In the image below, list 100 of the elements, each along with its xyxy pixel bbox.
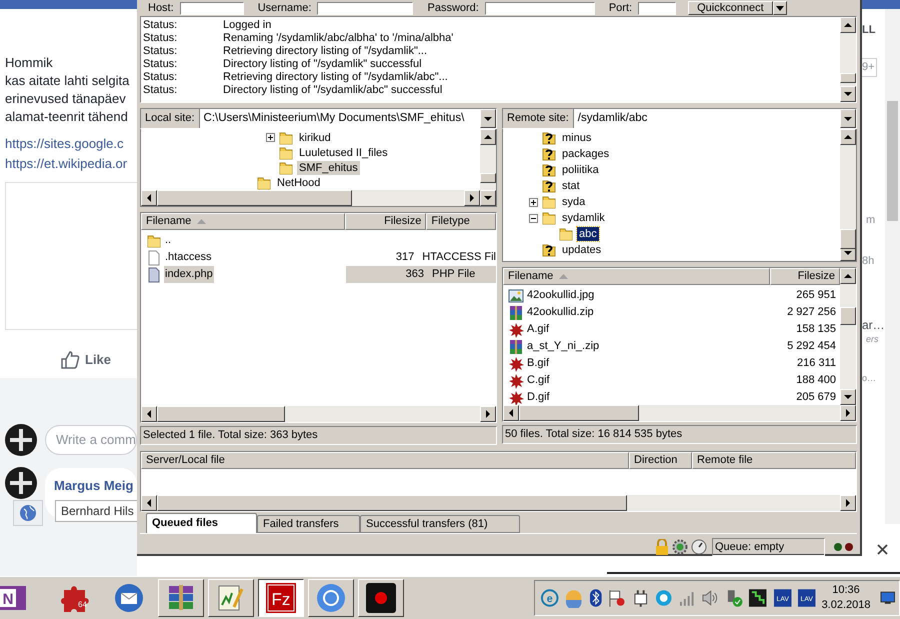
column-header[interactable]: Filesize bbox=[344, 213, 426, 230]
tree-item[interactable]: updates bbox=[560, 243, 604, 257]
scroll-thumb[interactable] bbox=[157, 190, 352, 206]
tab[interactable]: Failed transfers bbox=[257, 515, 360, 533]
splat-icon bbox=[508, 390, 524, 405]
horizontal-scrollbar[interactable] bbox=[141, 406, 496, 422]
scroll-thumb[interactable] bbox=[157, 406, 285, 422]
show-desktop-icon[interactable] bbox=[880, 591, 896, 605]
close-icon[interactable] bbox=[877, 544, 888, 555]
tree-item[interactable]: NetHood bbox=[275, 176, 322, 190]
collapse-icon[interactable] bbox=[529, 214, 538, 222]
splat-icon bbox=[508, 356, 524, 372]
horizontal-scrollbar[interactable] bbox=[141, 495, 856, 511]
tree-item[interactable]: SMF_ehitus bbox=[297, 160, 360, 174]
file-name[interactable]: index.php bbox=[164, 266, 214, 283]
archive-icon bbox=[508, 338, 524, 354]
vertical-scrollbar[interactable] bbox=[840, 17, 856, 102]
folder-icon bbox=[541, 210, 557, 226]
taskbar-button[interactable]: 64 bbox=[54, 579, 100, 617]
vertical-scrollbar[interactable] bbox=[480, 129, 496, 206]
vertical-scrollbar[interactable] bbox=[840, 129, 856, 261]
scroll-thumb[interactable] bbox=[840, 229, 856, 249]
document-icon bbox=[146, 266, 162, 282]
taskbar-button[interactable]: Fz bbox=[258, 579, 304, 617]
tree-item[interactable]: poliitika bbox=[560, 163, 601, 177]
file-name[interactable]: .. bbox=[164, 232, 172, 249]
tab[interactable]: Queued files bbox=[146, 513, 257, 533]
file-size: 188 400 bbox=[796, 374, 836, 386]
column-header[interactable]: Remote file bbox=[692, 452, 856, 469]
file-type: PHP File bbox=[432, 268, 476, 280]
scroll-thumb[interactable] bbox=[840, 307, 856, 325]
tree-item[interactable]: minus bbox=[560, 131, 594, 145]
avatar-icon bbox=[5, 424, 37, 456]
globe-icon bbox=[19, 504, 37, 522]
path-dropdown[interactable]: C:\Users\Ministeerium\My Documents\SMF_ehitus\ bbox=[200, 109, 496, 128]
question-folder-icon bbox=[541, 130, 557, 146]
tab[interactable]: Successful transfers (81) bbox=[360, 515, 520, 533]
scroll-thumb[interactable] bbox=[157, 495, 627, 511]
column-header[interactable]: Filename bbox=[503, 268, 770, 285]
log-label: Status: bbox=[143, 84, 178, 97]
books-icon bbox=[166, 584, 196, 612]
column-header[interactable]: Filename bbox=[141, 213, 345, 230]
path-dropdown[interactable]: /sydamlik/abc bbox=[574, 109, 856, 128]
scroll-thumb[interactable] bbox=[840, 73, 856, 83]
status-text: Selected 1 file. Total size: 363 bytes bbox=[140, 426, 497, 445]
quickconnect-button[interactable]: Quickconnect bbox=[688, 1, 773, 15]
tree-item[interactable]: abc bbox=[577, 227, 599, 241]
file-name[interactable]: .htaccess bbox=[164, 249, 212, 266]
notebook-icon: N bbox=[0, 583, 28, 613]
tree-item[interactable]: kirikud bbox=[297, 130, 333, 144]
question-folder-icon bbox=[541, 242, 557, 258]
speaker-icon bbox=[701, 589, 719, 607]
file-name[interactable]: 42ookullid.jpg bbox=[526, 287, 596, 304]
dropdown-button[interactable] bbox=[772, 1, 787, 15]
taskbar-button[interactable]: N bbox=[0, 579, 36, 617]
link[interactable]: https://et.wikipedia.or bbox=[5, 154, 128, 174]
vertical-scrollbar[interactable] bbox=[840, 268, 856, 405]
column-header[interactable]: Direction bbox=[629, 452, 692, 469]
expand-icon[interactable] bbox=[266, 133, 275, 142]
file-size: 317 bbox=[396, 251, 414, 264]
taskbar-button[interactable] bbox=[208, 579, 254, 617]
file-name[interactable]: D.gif bbox=[526, 389, 551, 405]
horizontal-scrollbar[interactable] bbox=[141, 190, 480, 206]
queue-status: Queue: empty bbox=[712, 538, 825, 556]
bluetooth-icon bbox=[588, 588, 602, 608]
file-name[interactable]: C.gif bbox=[526, 372, 551, 389]
file-name[interactable]: a_st_Y_ni_.zip bbox=[526, 338, 600, 355]
link[interactable]: https://sites.google.c bbox=[5, 134, 128, 154]
scroll-thumb[interactable] bbox=[519, 405, 639, 421]
eye-icon bbox=[654, 588, 674, 608]
expand-icon[interactable] bbox=[529, 198, 538, 206]
step-chart-icon bbox=[748, 588, 768, 608]
folder-icon bbox=[278, 160, 294, 176]
scroll-thumb[interactable] bbox=[480, 173, 496, 183]
taskbar-button[interactable] bbox=[158, 579, 204, 617]
taskbar-button[interactable] bbox=[358, 579, 404, 617]
like-button[interactable]: Like bbox=[60, 350, 112, 370]
globe-tab[interactable] bbox=[13, 500, 43, 526]
file-name[interactable]: B.gif bbox=[526, 355, 550, 372]
column-header[interactable]: Filesize bbox=[770, 268, 840, 285]
horizontal-scrollbar[interactable] bbox=[503, 405, 856, 421]
post-text-line: kas aitate lahti selgita bbox=[5, 72, 130, 90]
tree-item[interactable]: Luuletused II_files bbox=[297, 146, 390, 160]
gauge-icon bbox=[691, 538, 707, 554]
tree-item[interactable]: sydamlik bbox=[560, 211, 607, 225]
field-label: Port: bbox=[608, 2, 632, 15]
ring-icon bbox=[316, 583, 346, 613]
comment-author-link[interactable]: Margus Meig bbox=[54, 476, 134, 496]
envelope-icon bbox=[113, 582, 145, 614]
taskbar-button[interactable] bbox=[308, 579, 354, 617]
post-text-line: Hommik bbox=[5, 54, 54, 72]
tree-item[interactable]: syda bbox=[560, 195, 588, 209]
tree-item[interactable]: stat bbox=[560, 179, 582, 193]
file-name[interactable]: 42ookullid.zip bbox=[526, 304, 595, 321]
column-header[interactable]: Filetype bbox=[426, 213, 496, 230]
post-text-line: erinevused tänapäev bbox=[5, 90, 127, 108]
caret-icon bbox=[776, 6, 784, 10]
column-header[interactable]: Server/Local file bbox=[141, 452, 629, 469]
file-name[interactable]: A.gif bbox=[526, 321, 550, 338]
tree-item[interactable]: packages bbox=[560, 147, 612, 161]
